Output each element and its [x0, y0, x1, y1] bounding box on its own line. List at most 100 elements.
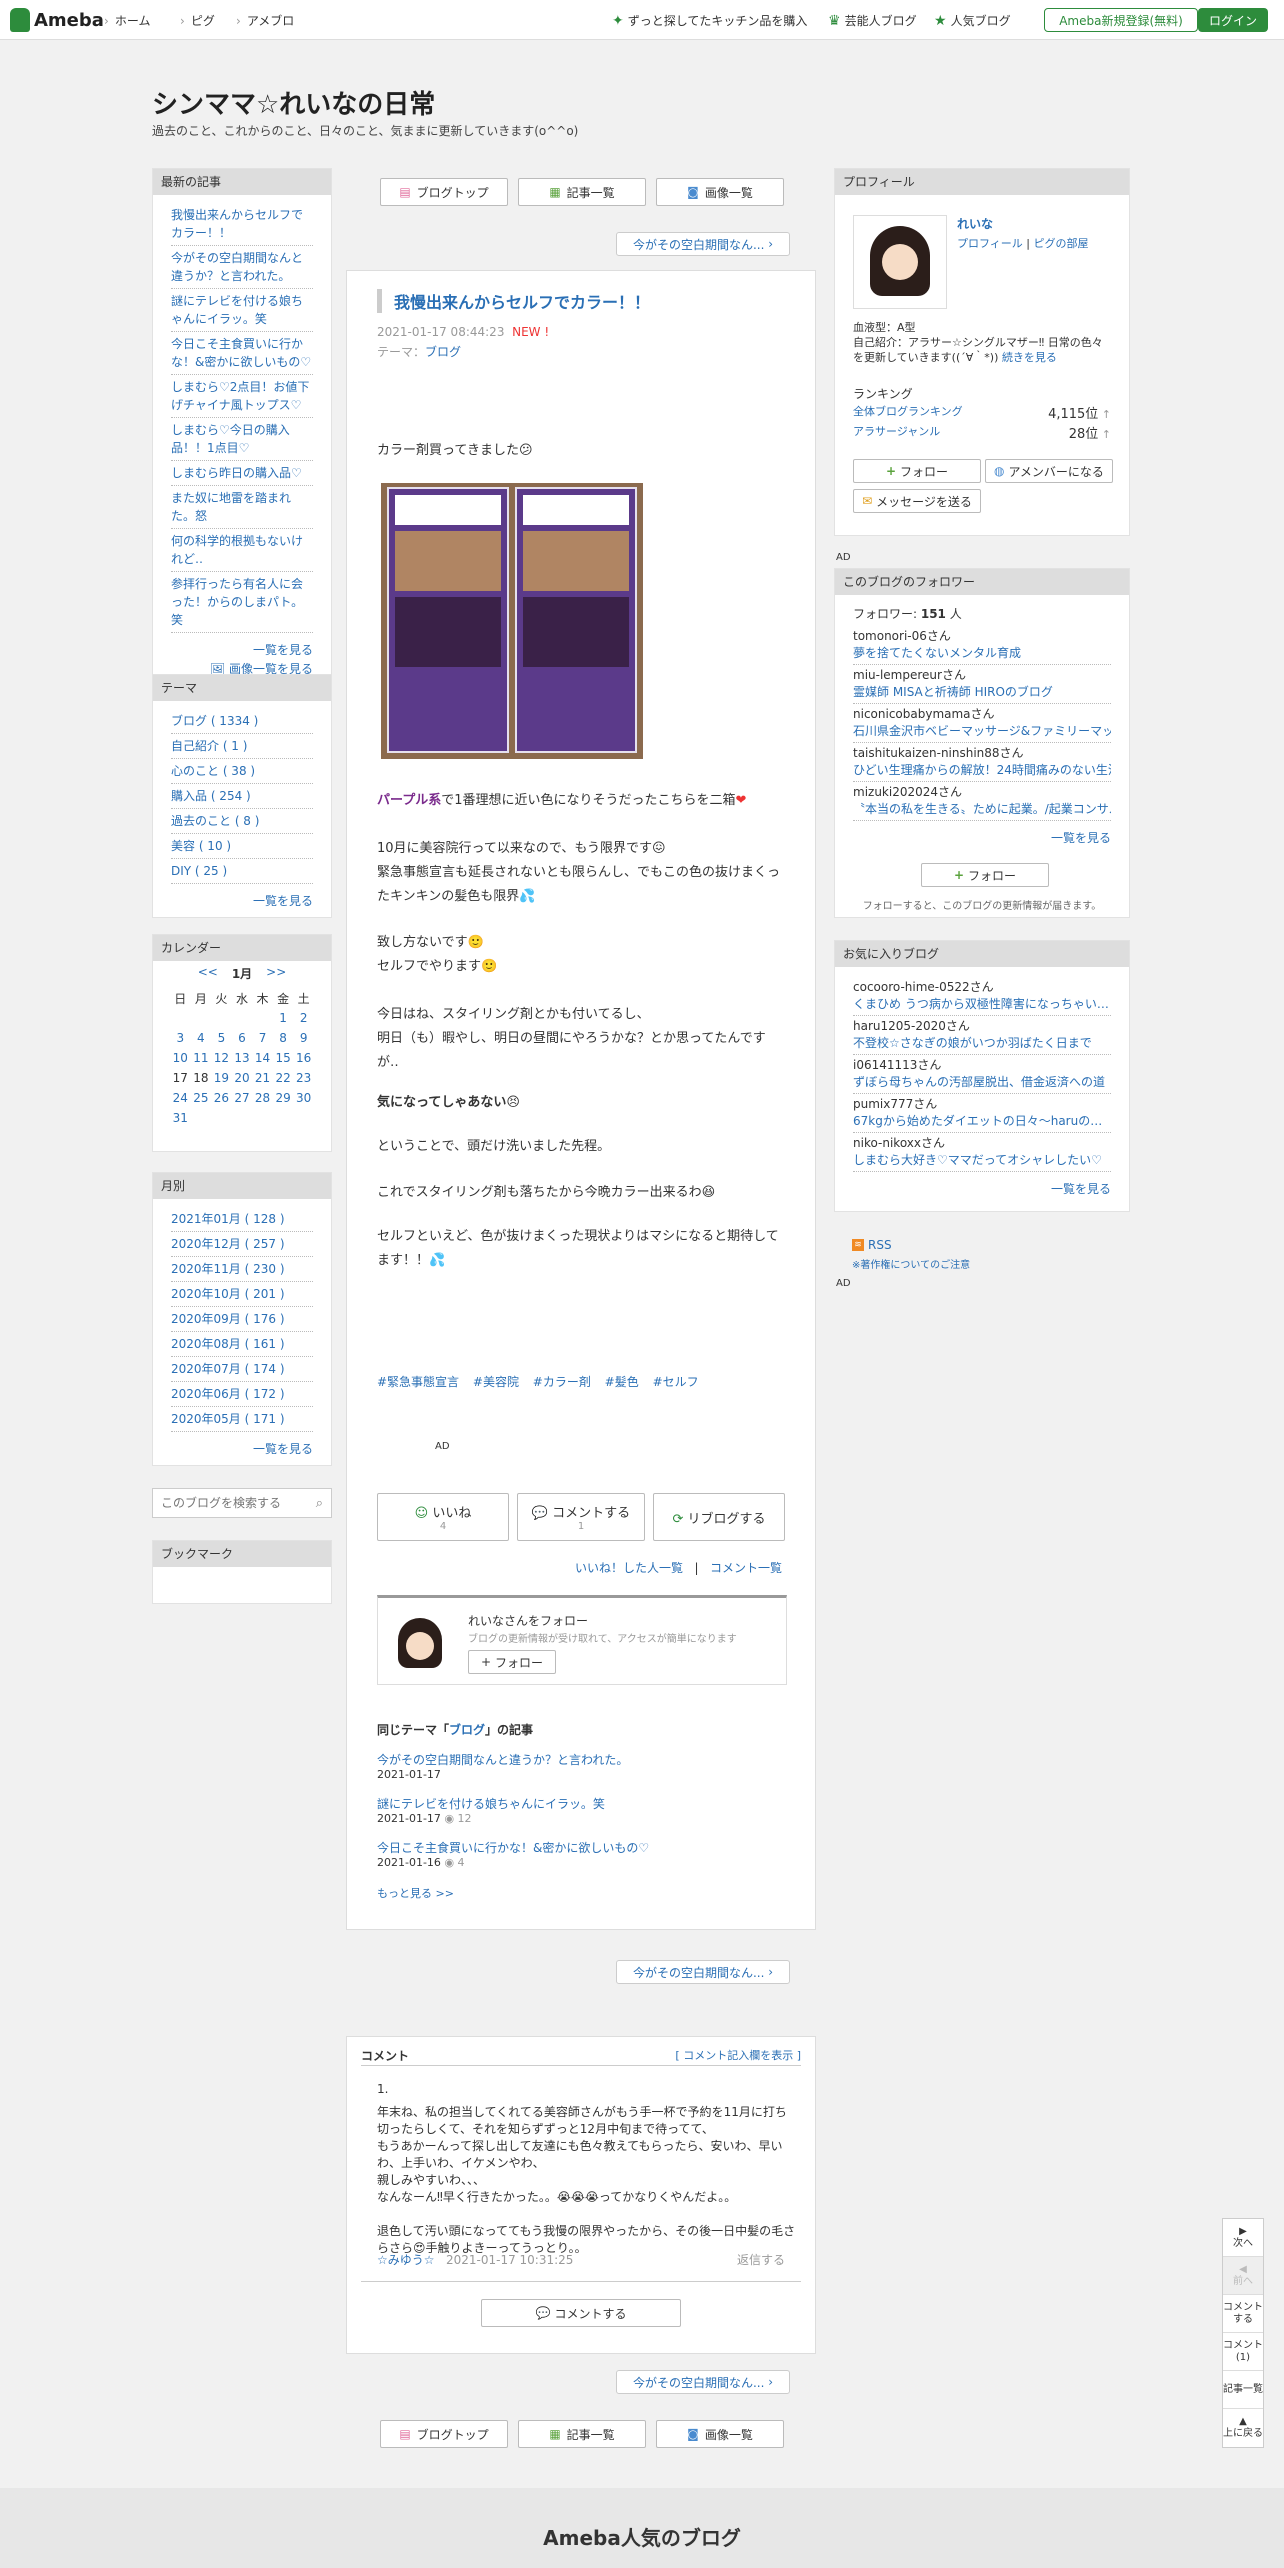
follower-item[interactable]: miu-lempereurさん 霊媒師 MISAと祈祷師 HIROのブログ	[853, 665, 1111, 704]
register-button[interactable]: Ameba新規登録(無料)	[1044, 8, 1198, 32]
recent-item[interactable]: 何の科学的根拠もないけれど‥	[171, 529, 313, 572]
recent-item[interactable]: また奴に地雷を踏まれた。怒	[171, 486, 313, 529]
blog-top-button[interactable]: ▤ ブログトップ	[380, 178, 508, 206]
hashtag[interactable]: #緊急事態宣言	[377, 1375, 459, 1389]
recent-item[interactable]: 今がその空白期間なんと違うか？と言われた。	[171, 246, 313, 289]
side-list-button[interactable]: 記事一覧	[1223, 2371, 1263, 2409]
monthly-item[interactable]: 2020年06月 ( 172 )	[171, 1382, 313, 1407]
calendar-day[interactable]: 19	[211, 1068, 232, 1088]
monthly-item[interactable]: 2020年11月 ( 230 )	[171, 1257, 313, 1282]
follower-item[interactable]: taishitukaizen-ninshin88さん ひどい生理痛からの解放！24…	[853, 743, 1111, 782]
reply-link[interactable]: 返信する	[737, 2251, 785, 2268]
calendar-prev[interactable]: <<	[198, 965, 218, 982]
hashtag[interactable]: #セルフ	[653, 1375, 699, 1389]
recent-item[interactable]: 参拝行ったら有名人に会った！からのしまパト。笑	[171, 572, 313, 633]
prev-button[interactable]: ◀ 前へ	[1223, 2257, 1263, 2295]
calendar-day[interactable]: 2	[293, 1008, 314, 1028]
comment-list-link[interactable]: コメント一覧	[710, 1561, 782, 1575]
calendar-day[interactable]: 15	[273, 1048, 294, 1068]
monthly-item[interactable]: 2020年05月 ( 171 )	[171, 1407, 313, 1432]
hashtag[interactable]: #美容院	[473, 1375, 519, 1389]
recent-item[interactable]: 今日こそ主食買いに行かな！&密かに欲しいもの♡	[171, 332, 313, 375]
image-list-button[interactable]: ◙ 画像一覧	[656, 2420, 784, 2448]
calendar-day[interactable]: 10	[170, 1048, 191, 1068]
same-theme-title[interactable]: 今がその空白期間なんと違うか？と言われた。	[377, 1751, 649, 1768]
calendar-day[interactable]: 23	[293, 1068, 314, 1088]
favorite-item[interactable]: i06141113さん ずぼら母ちゃんの汚部屋脱出、借金返済への道	[853, 1055, 1111, 1094]
blog-top-button[interactable]: ▤ ブログトップ	[380, 2420, 508, 2448]
calendar-day[interactable]: 22	[273, 1068, 294, 1088]
article-photo[interactable]	[381, 483, 643, 759]
favorites-more-link[interactable]: 一覧を見る	[853, 1180, 1111, 1197]
calendar-day[interactable]: 9	[293, 1028, 314, 1048]
next-button[interactable]: ▶ 次へ	[1223, 2219, 1263, 2257]
follower-item[interactable]: mizuki202024さん 〝本当の私を生きる〟ために起業。/起業コンサル	[853, 782, 1111, 821]
theme-item[interactable]: 心のこと ( 38 )	[171, 759, 313, 784]
ameba-logo[interactable]: Ameba	[10, 8, 104, 32]
calendar-day[interactable]: 16	[293, 1048, 314, 1068]
theme-item[interactable]: 過去のこと ( 8 )	[171, 809, 313, 834]
calendar-day[interactable]: 11	[191, 1048, 212, 1068]
side-comment-button[interactable]: コメントする	[1223, 2295, 1263, 2333]
favorite-item[interactable]: cocooro-hime-0522さん くまひめ うつ病から双極性障害になっちゃい…	[853, 977, 1111, 1016]
calendar-day[interactable]: 7	[252, 1028, 273, 1048]
calendar-day[interactable]: 12	[211, 1048, 232, 1068]
monthly-item[interactable]: 2020年07月 ( 174 )	[171, 1357, 313, 1382]
calendar-day[interactable]: 30	[293, 1088, 314, 1108]
header-link-popular[interactable]: ★ 人気ブログ	[934, 12, 1011, 29]
profile-avatar[interactable]	[853, 215, 947, 309]
calendar-day[interactable]: 28	[252, 1088, 273, 1108]
header-link-celebrity[interactable]: ♛ 芸能人ブログ	[828, 12, 917, 29]
blog-title[interactable]: シンママ☆れいなの日常	[152, 84, 435, 121]
calendar-day[interactable]: 26	[211, 1088, 232, 1108]
nav-home[interactable]: ホーム	[104, 12, 151, 29]
calendar-day[interactable]: 20	[232, 1068, 253, 1088]
recent-item[interactable]: 謎にテレビを付ける娘ちゃんにイラッ。笑	[171, 289, 313, 332]
theme-item[interactable]: 自己紹介 ( 1 )	[171, 734, 313, 759]
like-button[interactable]: ☺ いいね 4	[377, 1493, 509, 1541]
followers-more-link[interactable]: 一覧を見る	[853, 829, 1111, 846]
monthly-item[interactable]: 2020年10月 ( 201 )	[171, 1282, 313, 1307]
comment-author[interactable]: ☆みゆう☆	[377, 2253, 435, 2267]
article-title[interactable]: 我慢出来んからセルフでカラー！！	[377, 289, 650, 313]
calendar-next[interactable]: >>	[266, 965, 286, 982]
hashtag[interactable]: #髪色	[605, 1375, 639, 1389]
calendar-day[interactable]: 27	[232, 1088, 253, 1108]
same-theme-title[interactable]: 謎にテレビを付ける娘ちゃんにイラッ。笑	[377, 1795, 649, 1812]
prev-article-pill[interactable]: 今がその空白期間なん... ›	[616, 232, 790, 256]
theme-item[interactable]: 購入品 ( 254 )	[171, 784, 313, 809]
calendar-day[interactable]: 13	[232, 1048, 253, 1068]
back-to-top-button[interactable]: ▲ 上に戻る	[1223, 2409, 1263, 2447]
monthly-item[interactable]: 2020年09月 ( 176 )	[171, 1307, 313, 1332]
article-list-button[interactable]: ▦ 記事一覧	[518, 178, 646, 206]
calendar-day[interactable]: 17	[170, 1068, 191, 1088]
theme-item[interactable]: 美容 ( 10 )	[171, 834, 313, 859]
favorite-item[interactable]: niko-nikoxxさん しまむら大好き♡ママだってオシャレしたい♡	[853, 1133, 1111, 1172]
same-theme-title[interactable]: 今日こそ主食買いに行かな！&密かに欲しいもの♡	[377, 1839, 649, 1856]
nav-pigg[interactable]: ピグ	[180, 12, 215, 29]
calendar-day[interactable]: 5	[211, 1028, 232, 1048]
intro-more-link[interactable]: 続きを見る	[1002, 351, 1057, 364]
image-list-button[interactable]: ◙ 画像一覧	[656, 178, 784, 206]
monthly-more-link[interactable]: 一覧を見る	[171, 1440, 313, 1457]
theme-item[interactable]: ブログ ( 1334 )	[171, 709, 313, 734]
recent-item[interactable]: しまむら昨日の購入品♡	[171, 461, 313, 486]
prev-article-pill[interactable]: 今がその空白期間なん... ›	[616, 2370, 790, 2394]
blog-search-input[interactable]	[161, 1496, 301, 1510]
send-message-button[interactable]: ✉ メッセージを送る	[853, 489, 981, 513]
calendar-day[interactable]: 6	[232, 1028, 253, 1048]
profile-name[interactable]: れいな	[957, 215, 993, 232]
calendar-day[interactable]: 14	[252, 1048, 273, 1068]
copyright-link[interactable]: ※著作権についてのご注意	[852, 1256, 970, 1271]
amember-button[interactable]: ◍ アメンバーになる	[985, 459, 1113, 483]
calendar-day[interactable]: 4	[191, 1028, 212, 1048]
profile-follow-button[interactable]: + フォロー	[853, 459, 981, 483]
recent-more-link[interactable]: 一覧を見る	[171, 641, 313, 658]
login-button[interactable]: ログイン	[1198, 8, 1268, 32]
calendar-day[interactable]: 3	[170, 1028, 191, 1048]
comment-button[interactable]: 💬 コメントする 1	[517, 1493, 645, 1541]
calendar-day[interactable]: 1	[273, 1008, 294, 1028]
search-icon[interactable]: ⌕	[316, 1496, 323, 1511]
prev-article-pill[interactable]: 今がその空白期間なん... ›	[616, 1960, 790, 1984]
hashtag[interactable]: #カラー剤	[533, 1375, 591, 1389]
